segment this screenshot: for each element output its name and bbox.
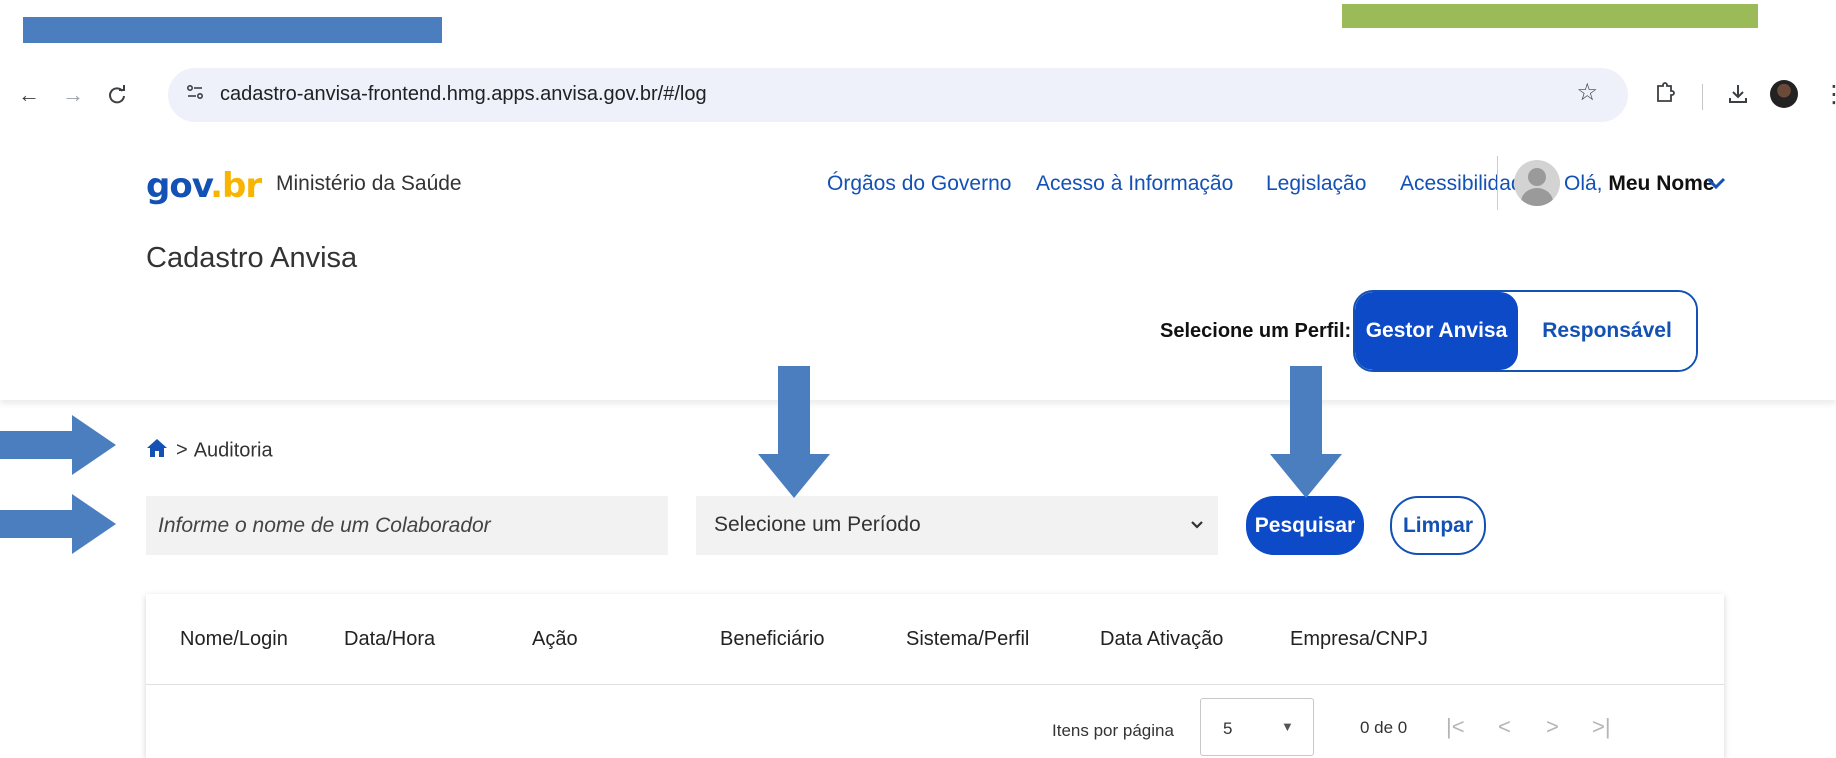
- annotation-arrow-right-icon: [0, 494, 116, 554]
- annotation-bar-blue: [23, 17, 442, 43]
- ministry-name: Ministério da Saúde: [276, 172, 462, 195]
- profile-label: Selecione um Perfil:: [1160, 320, 1352, 342]
- audit-table: Nome/Login Data/Hora Ação Beneficiário S…: [146, 594, 1724, 758]
- header-divider: [1497, 156, 1498, 210]
- app-title: Cadastro Anvisa: [146, 242, 358, 274]
- back-icon[interactable]: ←: [14, 80, 44, 110]
- annotation-arrow-right-icon: [0, 415, 116, 475]
- annotation-bar-green: [1342, 4, 1758, 28]
- column-header-beneficiario[interactable]: Beneficiário: [720, 628, 825, 651]
- url-text[interactable]: cadastro-anvisa-frontend.hmg.apps.anvisa…: [220, 83, 707, 106]
- toolbar-divider: [1702, 84, 1703, 110]
- period-select[interactable]: Selecione um Período: [696, 496, 1218, 555]
- browser-toolbar: ← → cadastro-anvisa-frontend.hmg.apps.an…: [0, 64, 1836, 126]
- site-info-icon[interactable]: [182, 82, 208, 108]
- column-header-data-hora[interactable]: Data/Hora: [344, 628, 435, 651]
- clear-button[interactable]: Limpar: [1390, 496, 1486, 555]
- chevron-down-icon[interactable]: [1706, 170, 1726, 196]
- link-acesso-informacao[interactable]: Acesso à Informação: [1036, 172, 1233, 196]
- bookmark-star-icon[interactable]: ☆: [1576, 78, 1598, 107]
- search-button[interactable]: Pesquisar: [1246, 496, 1364, 555]
- items-per-page-label: Itens por página: [1052, 721, 1174, 740]
- first-page-icon[interactable]: |<: [1446, 714, 1465, 740]
- column-header-sistema-perfil[interactable]: Sistema/Perfil: [906, 628, 1029, 651]
- profile-gestor-anvisa-button[interactable]: Gestor Anvisa: [1355, 292, 1518, 370]
- previous-page-icon[interactable]: <: [1498, 714, 1511, 740]
- menu-kebab-icon[interactable]: ⋮: [1822, 80, 1836, 109]
- user-greeting[interactable]: Olá, Meu Nome: [1564, 172, 1715, 196]
- breadcrumb-current: Auditoria: [193, 439, 273, 462]
- site-header: gov.br Ministério da Saúde Órgãos do Gov…: [0, 126, 1836, 400]
- pagination-range: 0 de 0: [1360, 718, 1408, 737]
- govbr-logo[interactable]: gov.br: [146, 166, 262, 206]
- last-page-icon[interactable]: >|: [1592, 714, 1611, 740]
- profile-responsavel-legal-button[interactable]: Responsável Legal: [1518, 292, 1696, 370]
- forward-icon[interactable]: →: [58, 80, 88, 110]
- reload-icon[interactable]: [102, 80, 132, 110]
- logo-br-text: .br: [210, 166, 262, 206]
- home-icon[interactable]: [146, 438, 168, 464]
- logo-gov-text: gov: [146, 166, 211, 206]
- user-name: Meu Nome: [1608, 172, 1715, 195]
- user-avatar[interactable]: [1514, 160, 1560, 206]
- breadcrumb-separator: >: [176, 439, 188, 462]
- browser-profile-avatar[interactable]: [1770, 80, 1798, 108]
- profile-toggle: Gestor Anvisa Responsável Legal: [1353, 290, 1698, 372]
- collaborator-search-input[interactable]: [146, 496, 668, 555]
- annotation-arrow-down-icon: [758, 366, 830, 498]
- chevron-down-icon: [1190, 514, 1204, 535]
- column-header-data-ativacao[interactable]: Data Ativação: [1100, 628, 1223, 651]
- next-page-icon[interactable]: >: [1546, 714, 1559, 740]
- download-icon[interactable]: [1726, 82, 1750, 113]
- column-header-nome-login[interactable]: Nome/Login: [180, 628, 288, 651]
- extensions-icon[interactable]: [1652, 82, 1676, 113]
- link-orgaos-governo[interactable]: Órgãos do Governo: [827, 172, 1011, 196]
- period-select-value: Selecione um Período: [714, 513, 921, 536]
- column-header-empresa-cnpj[interactable]: Empresa/CNPJ: [1290, 628, 1428, 651]
- annotation-arrow-down-icon: [1270, 366, 1342, 498]
- breadcrumb: > Auditoria: [146, 438, 273, 464]
- address-bar[interactable]: cadastro-anvisa-frontend.hmg.apps.anvisa…: [168, 68, 1628, 122]
- greeting-text: Olá,: [1564, 172, 1603, 195]
- caret-down-icon: ▼: [1281, 719, 1294, 734]
- column-header-acao[interactable]: Ação: [532, 628, 578, 651]
- table-header-divider: [146, 684, 1724, 685]
- items-per-page-select[interactable]: 5 ▼: [1200, 698, 1314, 756]
- items-per-page-value: 5: [1223, 719, 1233, 738]
- link-legislacao[interactable]: Legislação: [1266, 172, 1366, 196]
